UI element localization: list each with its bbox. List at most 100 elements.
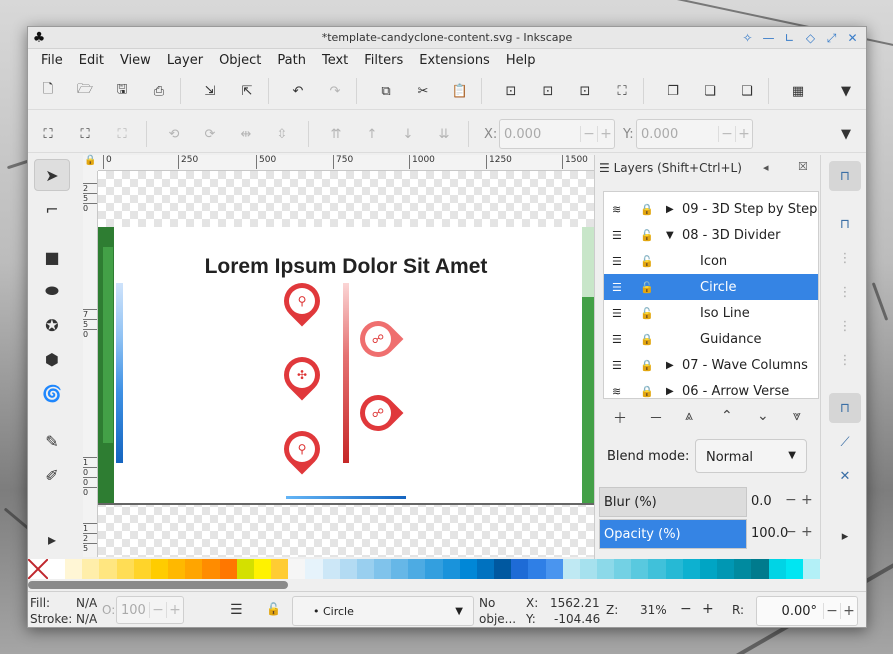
- menu-path[interactable]: Path: [269, 53, 314, 68]
- snap-bbox-icon[interactable]: ⊓: [829, 209, 861, 239]
- open-icon[interactable]: 🗁: [73, 79, 97, 103]
- zoom-out-icon[interactable]: −: [680, 601, 692, 617]
- 3d-box-tool-icon[interactable]: ⬢: [34, 343, 70, 375]
- color-swatch[interactable]: [356, 559, 374, 579]
- layer-row[interactable]: ☰ 🔒 Guidance: [604, 326, 818, 352]
- guide-lock-icon[interactable]: 🔒: [83, 155, 98, 171]
- color-swatch[interactable]: [528, 559, 546, 579]
- zoom-selection-icon[interactable]: ⊡: [499, 79, 523, 103]
- paste-icon[interactable]: 📋: [448, 79, 472, 103]
- color-swatch[interactable]: [511, 559, 529, 579]
- menu-text[interactable]: Text: [314, 53, 356, 68]
- color-swatch[interactable]: [802, 559, 821, 579]
- collapse-icon[interactable]: ▼: [666, 230, 674, 241]
- star-tool-icon[interactable]: ✪: [34, 309, 70, 341]
- color-swatch[interactable]: [476, 559, 495, 579]
- layer-row[interactable]: ≋ 🔒 ▶ 09 - 3D Step by Step: [604, 196, 818, 222]
- no-paint-swatch[interactable]: [28, 559, 48, 579]
- color-swatch[interactable]: [253, 559, 272, 579]
- color-swatch[interactable]: [219, 559, 237, 579]
- color-swatch[interactable]: [185, 559, 203, 579]
- color-swatch[interactable]: [305, 559, 323, 579]
- unlock-icon[interactable]: 🔓: [640, 307, 654, 320]
- color-swatch[interactable]: [751, 559, 769, 579]
- raise-to-top-icon[interactable]: ⩓: [685, 408, 693, 424]
- layer-row[interactable]: ☰ 🔓 ▼ 08 - 3D Divider: [604, 222, 818, 248]
- snap-toggle-icon[interactable]: ⊓: [829, 161, 861, 191]
- color-swatch[interactable]: [631, 559, 649, 579]
- color-swatch[interactable]: [425, 559, 443, 579]
- layer-row[interactable]: ☰ 🔒 ▶ 07 - Wave Columns: [604, 352, 818, 378]
- visibility-icon[interactable]: ☰: [612, 307, 622, 320]
- visibility-icon[interactable]: ☰: [612, 255, 622, 268]
- x-decrement[interactable]: −: [580, 126, 597, 142]
- color-swatch[interactable]: [236, 559, 254, 579]
- color-swatch[interactable]: [339, 559, 357, 579]
- color-swatch[interactable]: [116, 559, 134, 579]
- snap-more-icon[interactable]: ▸: [829, 521, 861, 551]
- snap-bbox-center-icon[interactable]: ⋮: [829, 345, 861, 375]
- layer-row[interactable]: ☰ 🔓 Iso Line: [604, 300, 818, 326]
- zoom-page-width-icon[interactable]: ⛶: [610, 79, 634, 103]
- color-swatch[interactable]: [614, 559, 632, 579]
- color-swatch[interactable]: [597, 559, 615, 579]
- unlock-icon[interactable]: 🔓: [640, 281, 654, 294]
- pin-icon[interactable]: ✧: [738, 29, 757, 47]
- raise-layer-icon[interactable]: ⌃: [721, 408, 733, 424]
- zoom-page-icon[interactable]: ⊡: [573, 79, 597, 103]
- snap-path-icon[interactable]: ⟋: [829, 427, 861, 457]
- current-layer-dropdown[interactable]: • Circle ▼: [292, 596, 474, 626]
- redo-icon[interactable]: ↷: [323, 79, 347, 103]
- color-swatch[interactable]: [682, 559, 700, 579]
- color-swatch[interactable]: [494, 559, 512, 579]
- lower-layer-icon[interactable]: ⌄: [757, 408, 769, 424]
- menu-view[interactable]: View: [112, 53, 159, 68]
- color-swatch[interactable]: [99, 559, 117, 579]
- export-icon[interactable]: ⇱: [235, 79, 259, 103]
- pencil-tool-icon[interactable]: ✐: [34, 459, 70, 491]
- blur-increment[interactable]: +: [801, 492, 813, 508]
- visibility-icon[interactable]: ≋: [612, 385, 621, 398]
- color-swatch[interactable]: [271, 559, 289, 579]
- opacity-dec[interactable]: −: [149, 602, 166, 618]
- shade-icon[interactable]: ◇: [801, 29, 820, 47]
- more-tools-icon[interactable]: ▸: [34, 523, 70, 555]
- print-icon[interactable]: ⎙: [147, 79, 171, 103]
- color-swatch[interactable]: [373, 559, 392, 579]
- undo-icon[interactable]: ↶: [286, 79, 310, 103]
- color-swatch[interactable]: [288, 559, 306, 579]
- cut-icon[interactable]: ✂: [411, 79, 435, 103]
- color-swatch[interactable]: [150, 559, 169, 579]
- lock-icon[interactable]: 🔒: [640, 385, 654, 398]
- expand-icon[interactable]: ▶: [666, 360, 674, 371]
- rotate-ccw-icon[interactable]: ⟲: [162, 122, 186, 146]
- color-swatch[interactable]: [734, 559, 752, 579]
- color-swatch[interactable]: [699, 559, 718, 579]
- snap-intersection-icon[interactable]: ✕: [829, 461, 861, 491]
- opacity-inc[interactable]: +: [166, 602, 183, 618]
- circle-marker[interactable]: ☍: [352, 387, 404, 439]
- flip-horizontal-icon[interactable]: ⇹: [234, 122, 258, 146]
- new-document-icon[interactable]: 🗋: [36, 79, 60, 103]
- add-layer-icon[interactable]: ＋: [613, 408, 627, 428]
- color-swatch[interactable]: [322, 559, 340, 579]
- opacity-field[interactable]: 100 − +: [116, 596, 184, 624]
- layer-lock-icon[interactable]: 🔓: [266, 602, 281, 616]
- color-swatch[interactable]: [562, 559, 580, 579]
- red-divider-bar[interactable]: [343, 283, 349, 463]
- color-swatch[interactable]: [391, 559, 409, 579]
- rotation-field[interactable]: 0.00° − +: [756, 596, 858, 626]
- blur-spinbox[interactable]: Blur (%) 0.0 − +: [599, 487, 817, 517]
- opacity-decrement[interactable]: −: [785, 524, 797, 540]
- save-icon[interactable]: 🖫: [110, 79, 134, 103]
- zoom-in-icon[interactable]: +: [702, 601, 714, 617]
- selector-tool-icon[interactable]: ➤: [34, 159, 70, 191]
- lower-to-bottom-icon[interactable]: ⩔: [793, 408, 801, 424]
- x-increment[interactable]: +: [597, 126, 614, 142]
- color-swatch[interactable]: [202, 559, 220, 579]
- menu-layer[interactable]: Layer: [159, 53, 211, 68]
- layer-row[interactable]: ☰ 🔓 Icon: [604, 248, 818, 274]
- drawing-canvas[interactable]: Lorem Ipsum Dolor Sit Amet ⚲ ✣ ⚲ ☍ ☍: [98, 171, 594, 557]
- visibility-icon[interactable]: ☰: [612, 229, 622, 242]
- unlink-clone-icon[interactable]: ❑: [735, 79, 759, 103]
